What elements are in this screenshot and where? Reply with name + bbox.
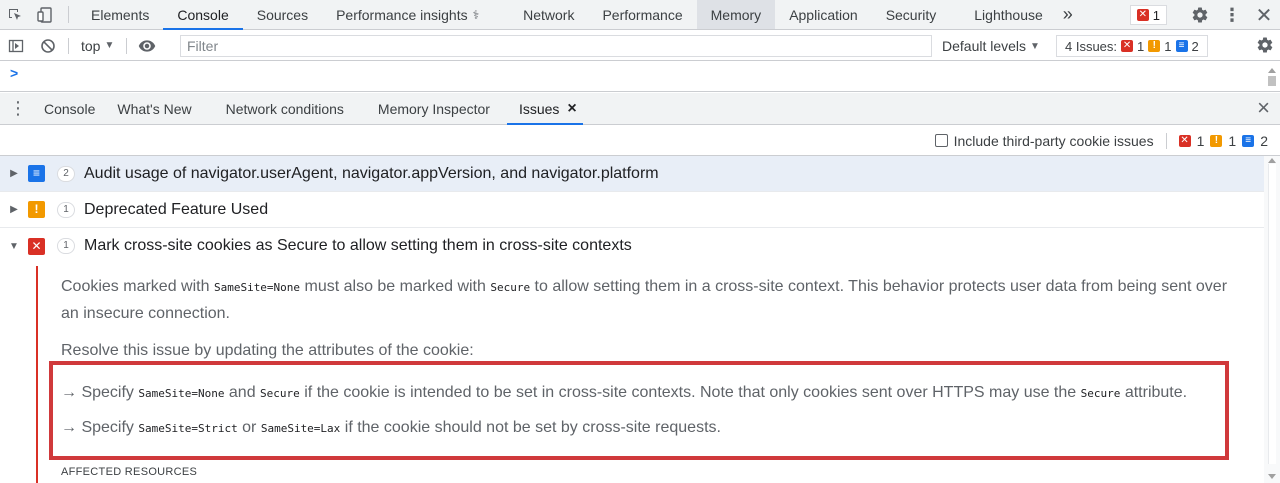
- issue-description: Cookies marked with SameSite=None must a…: [61, 274, 1241, 327]
- third-party-cookie-label: Include third-party cookie issues: [953, 132, 1154, 149]
- live-expression-eye-icon[interactable]: [131, 31, 163, 61]
- error-count-badge[interactable]: ✕ 1: [1129, 5, 1167, 25]
- issue-title: Deprecated Feature Used: [84, 200, 269, 218]
- code-samesite-none: SameSite=None: [213, 281, 301, 294]
- drawer-tab-network-conditions[interactable]: Network conditions: [209, 93, 361, 124]
- default-levels-label: Default levels: [942, 38, 1027, 54]
- expand-triangle-icon: ▶: [10, 204, 18, 215]
- error-icon: ✕: [1178, 134, 1191, 147]
- text: Cookies marked with: [61, 278, 214, 295]
- info-icon: ≡: [28, 165, 45, 182]
- tab-bar-right-controls: ✕ 1 ⋮ ✕: [1129, 0, 1280, 30]
- error-count: 1: [1152, 7, 1160, 23]
- dropdown-triangle-icon: ▼: [1030, 40, 1040, 52]
- tab-performance-insights[interactable]: Performance insights ⚕: [322, 0, 493, 29]
- warning-icon: !: [1210, 134, 1223, 147]
- third-party-cookie-checkbox[interactable]: [934, 134, 948, 147]
- error-icon: ✕: [1121, 40, 1134, 52]
- issue-count-badge: 1: [57, 238, 75, 254]
- tab-lighthouse[interactable]: Lighthouse: [960, 0, 1057, 29]
- tab-memory[interactable]: Memory: [696, 0, 776, 29]
- flask-icon: ⚕: [472, 7, 480, 22]
- tab-console[interactable]: Console: [163, 0, 244, 30]
- drawer-tab-issues[interactable]: Issues ×: [506, 93, 583, 125]
- resolve-instructions: Resolve this issue by updating the attri…: [61, 342, 474, 359]
- drawer-tab-issues-label: Issues: [518, 100, 560, 117]
- warning-icon: !: [28, 201, 45, 218]
- error-icon: ✕: [28, 237, 45, 255]
- issues-error-count: 1: [1196, 132, 1205, 149]
- clear-console-icon[interactable]: [32, 31, 64, 61]
- issue-title: Mark cross-site cookies as Secure to all…: [84, 237, 632, 254]
- tab-performance[interactable]: Performance: [588, 0, 696, 29]
- toolbar-divider: [1165, 132, 1167, 149]
- inspect-element-icon[interactable]: [0, 0, 30, 29]
- issue-row[interactable]: ▶ ! 1 Deprecated Feature Used: [0, 192, 1264, 228]
- prompt-caret-icon: >: [10, 65, 19, 81]
- context-label: top: [81, 37, 101, 54]
- issue-title: Audit usage of navigator.userAgent, navi…: [84, 164, 659, 182]
- text: must also be marked with: [300, 278, 491, 295]
- drawer-tab-whats-new[interactable]: What's New: [112, 93, 208, 124]
- tab-network[interactable]: Network: [493, 0, 588, 29]
- toolbar-divider: [68, 37, 69, 54]
- issues-warning-count: 1: [1228, 132, 1237, 149]
- console-scrollbar[interactable]: [1268, 68, 1276, 92]
- devtools-tab-bar: Elements Console Sources Performance ins…: [0, 0, 1280, 30]
- issue-count-badge: 2: [57, 165, 75, 182]
- code-secure: Secure: [490, 281, 531, 294]
- show-sidebar-icon[interactable]: [0, 31, 32, 61]
- close-drawer-icon[interactable]: ×: [1257, 95, 1270, 121]
- close-issues-tab-icon[interactable]: ×: [567, 100, 576, 118]
- toolbar-divider: [126, 37, 128, 54]
- issue-row[interactable]: ▼ ✕ 1 Mark cross-site cookies as Secure …: [0, 228, 1264, 264]
- context-selector[interactable]: top ▼: [73, 38, 122, 54]
- issues-toolbar: Include third-party cookie issues ✕ 1 ! …: [0, 126, 1280, 156]
- device-toolbar-icon[interactable]: [30, 0, 60, 29]
- console-toolbar: top ▼ Filter Default levels ▼ 4 Issues: …: [0, 31, 1280, 61]
- drawer-tab-memory-inspector[interactable]: Memory Inspector: [361, 93, 507, 124]
- issues-scrollbar[interactable]: [1264, 156, 1280, 483]
- issue-count-badge: 1: [57, 201, 75, 218]
- close-devtools-icon[interactable]: ✕: [1248, 3, 1280, 28]
- issues-count-label: 4 Issues:: [1065, 38, 1118, 54]
- drawer-tab-console[interactable]: Console: [36, 93, 112, 124]
- expand-triangle-icon: ▶: [10, 168, 18, 179]
- affected-resources-heading: AFFECTED RESOURCES: [61, 466, 198, 478]
- tab-elements[interactable]: Elements: [77, 0, 163, 29]
- issue-row[interactable]: ▶ ≡ 2 Audit usage of navigator.userAgent…: [0, 156, 1264, 192]
- drawer-tab-bar: ⋮ Console What's New Network conditions …: [0, 93, 1280, 125]
- collapse-triangle-icon: ▼: [9, 240, 19, 252]
- default-levels-dropdown[interactable]: Default levels ▼: [942, 31, 1040, 61]
- info-icon: ≡: [1175, 40, 1188, 52]
- issues-error-count: 1: [1137, 38, 1145, 54]
- filter-input[interactable]: Filter: [180, 35, 932, 57]
- console-settings-gear-icon[interactable]: [1256, 36, 1274, 57]
- issues-info-count: 2: [1191, 38, 1199, 54]
- settings-gear-icon[interactable]: [1184, 6, 1216, 24]
- more-tabs-button[interactable]: »: [1057, 0, 1079, 29]
- tab-application[interactable]: Application: [775, 0, 872, 29]
- tab-sources[interactable]: Sources: [243, 0, 322, 29]
- toolbar-divider: [68, 6, 69, 23]
- issues-warning-count: 1: [1164, 38, 1172, 54]
- warning-icon: !: [1148, 40, 1161, 52]
- tab-performance-insights-label: Performance insights: [336, 6, 468, 23]
- more-options-icon[interactable]: ⋮: [1216, 5, 1248, 26]
- highlight-annotation-box: [49, 361, 1229, 460]
- drawer-more-tools-icon[interactable]: ⋮: [0, 93, 36, 124]
- issues-info-count: 2: [1260, 132, 1268, 149]
- console-prompt-area[interactable]: >: [0, 62, 1280, 92]
- dropdown-triangle-icon: ▼: [104, 40, 115, 51]
- info-icon: ≡: [1242, 134, 1255, 147]
- error-icon: ✕: [1136, 9, 1149, 21]
- issues-count-button[interactable]: 4 Issues: ✕ 1 ! 1 ≡ 2: [1056, 35, 1208, 57]
- tab-security[interactable]: Security: [872, 0, 961, 29]
